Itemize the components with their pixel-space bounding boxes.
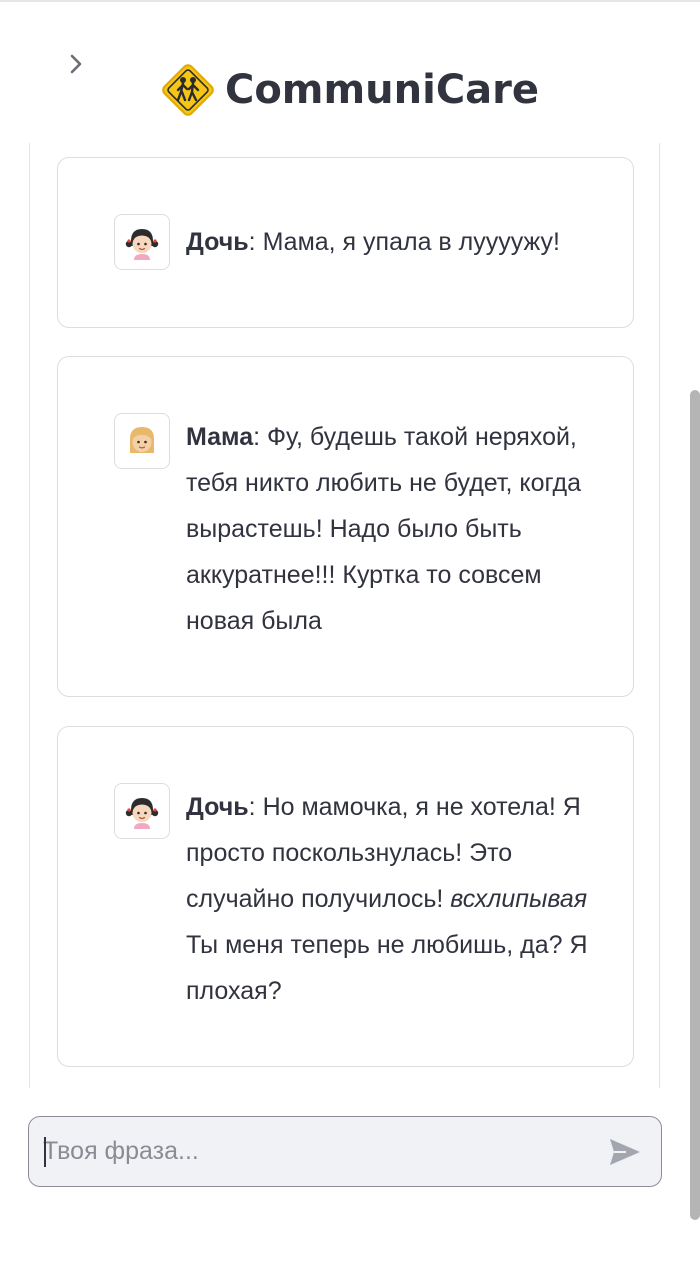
- message-text: Дочь: Но мамочка, я не хотела! Я просто …: [186, 784, 616, 1014]
- app-title: CommuniCare: [224, 67, 540, 113]
- girl-icon: [125, 229, 159, 260]
- avatar: [114, 783, 170, 839]
- chat-input-box: [28, 1116, 662, 1187]
- chat-message-list[interactable]: Дочь: Мама, я упала в луууужу! Мама: Фу,…: [29, 143, 660, 1088]
- message-body: Фу, будешь такой неряхой, тебя никто люб…: [186, 423, 582, 635]
- speaker-name: Дочь: [186, 793, 249, 821]
- send-button[interactable]: [605, 1132, 645, 1172]
- top-border: [0, 0, 700, 2]
- chat-input[interactable]: [43, 1117, 583, 1186]
- app-header: CommuniCare: [0, 55, 700, 125]
- speaker-separator: :: [248, 228, 263, 256]
- message-body: Мама, я упала в луууужу!: [262, 228, 560, 256]
- page-scrollbar[interactable]: [690, 390, 700, 1220]
- girl-icon: [125, 798, 159, 829]
- avatar: [114, 214, 170, 270]
- chat-message: Дочь: Мама, я упала в луууужу!: [57, 157, 634, 328]
- chat-message: Дочь: Но мамочка, я не хотела! Я просто …: [57, 726, 634, 1067]
- school-crossing-sign-icon: [162, 64, 214, 116]
- chat-message: Мама: Фу, будешь такой неряхой, тебя ник…: [57, 356, 634, 697]
- message-body-continued: Ты меня теперь не любишь, да? Я плохая?: [186, 931, 588, 1005]
- message-text: Дочь: Мама, я упала в луууужу!: [186, 219, 616, 265]
- speaker-name: Дочь: [186, 228, 249, 256]
- text-caret: [44, 1137, 46, 1167]
- message-action: всхлипывая: [450, 885, 588, 913]
- message-text: Мама: Фу, будешь такой неряхой, тебя ник…: [186, 414, 616, 644]
- speaker-separator: :: [253, 423, 268, 451]
- avatar: [114, 413, 170, 469]
- woman-blonde-icon: [130, 427, 154, 453]
- speaker-separator: :: [248, 793, 263, 821]
- speaker-name: Мама: [186, 423, 254, 451]
- send-arrow-icon: [610, 1139, 640, 1165]
